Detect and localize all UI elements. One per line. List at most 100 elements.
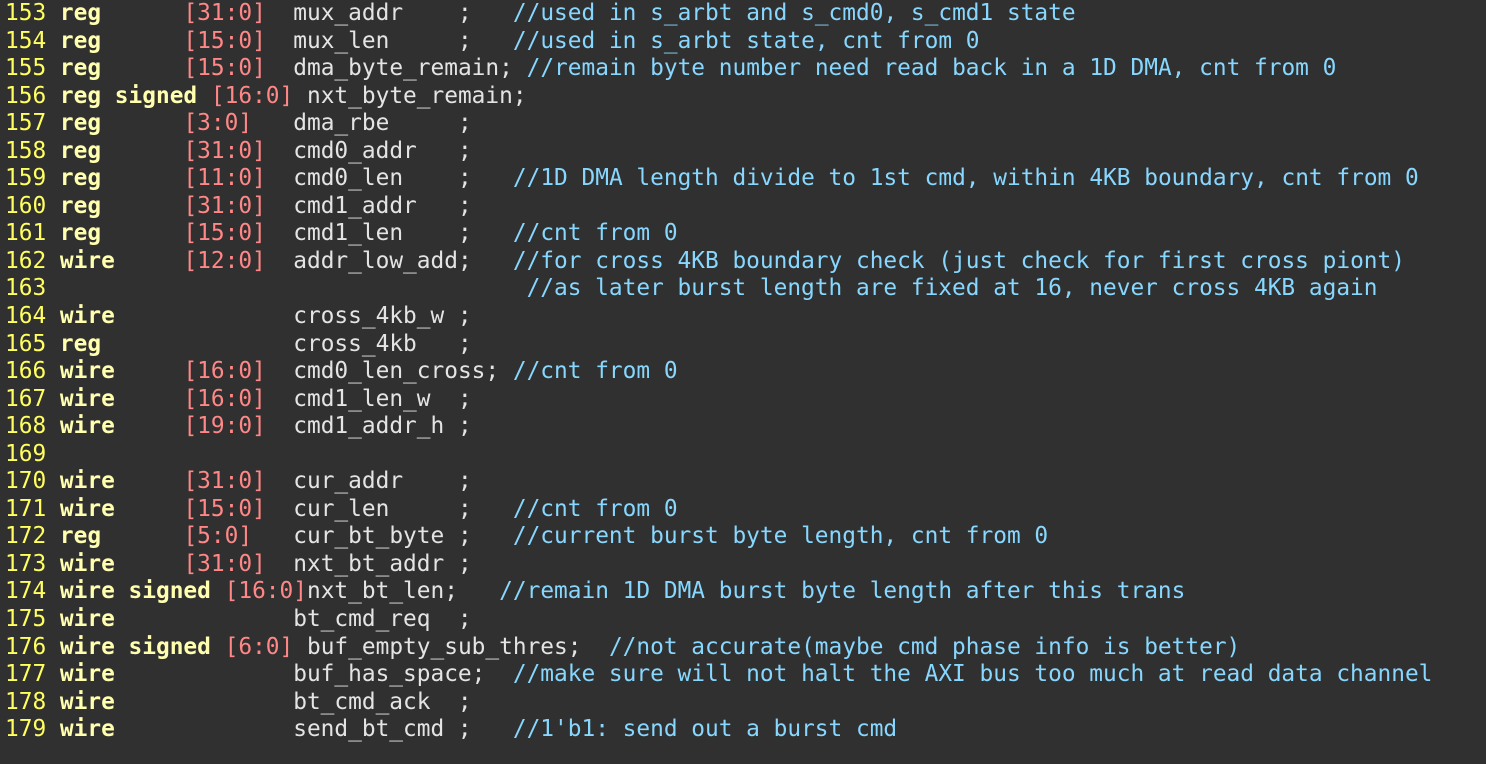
keyword: wire	[59, 550, 115, 577]
bit-range: [31:0]	[183, 192, 266, 219]
code-line[interactable]: 158 reg [31:0] cmd0_addr ;	[5, 138, 1432, 166]
bit-range: [16:0]	[224, 578, 307, 605]
line-number: 162	[5, 247, 60, 274]
keyword: wire	[59, 385, 115, 412]
code-line[interactable]: 153 reg [31:0] mux_addr ; //used in s_ar…	[5, 0, 1432, 28]
keyword: reg	[59, 523, 102, 550]
code-line[interactable]: 171 wire [15:0] cur_len ; //cnt from 0	[5, 496, 1432, 524]
line-number: 164	[5, 303, 60, 330]
code-line[interactable]: 161 reg [15:0] cmd1_len ; //cnt from 0	[5, 220, 1432, 248]
code-line[interactable]: 164 wire cross_4kb_w ;	[5, 303, 1432, 331]
code-line[interactable]: 165 reg cross_4kb ;	[5, 331, 1432, 359]
identifier-text: dma_rbe ;	[252, 110, 472, 137]
bit-range: [31:0]	[183, 550, 266, 577]
code-line[interactable]: 170 wire [31:0] cur_addr ;	[5, 468, 1432, 496]
identifier-text	[115, 413, 184, 439]
code-line[interactable]: 176 wire signed [6:0] buf_empty_sub_thre…	[5, 634, 1432, 662]
code-line[interactable]: 155 reg [15:0] dma_byte_remain; //remain…	[5, 55, 1432, 83]
bit-range: [5:0]	[183, 523, 253, 550]
code-line[interactable]: 154 reg [15:0] mux_len ; //used in s_arb…	[5, 28, 1432, 56]
code-line[interactable]: 162 wire [12:0] addr_low_add; //for cros…	[5, 248, 1432, 276]
identifier-text	[101, 28, 183, 54]
code-line[interactable]: 157 reg [3:0] dma_rbe ;	[5, 110, 1432, 138]
line-number: 155	[5, 55, 60, 82]
comment: //as later burst length are fixed at 16,…	[526, 275, 1378, 302]
comment: //make sure will not halt the AXI bus to…	[512, 661, 1433, 688]
keyword: reg	[59, 110, 102, 137]
line-number: 179	[5, 716, 60, 743]
identifier-text	[115, 468, 184, 494]
bit-range: [16:0]	[183, 385, 266, 412]
bit-range: [15:0]	[183, 220, 266, 247]
comment: //for cross 4KB boundary check (just che…	[512, 247, 1405, 274]
line-number: 170	[5, 468, 60, 495]
comment: //cnt from 0	[512, 495, 678, 522]
code-line[interactable]: 169	[5, 441, 1432, 469]
bit-range: [15:0]	[183, 27, 266, 54]
keyword: reg	[59, 330, 102, 357]
identifier-text	[115, 551, 184, 577]
identifier-text	[101, 138, 183, 164]
identifier-text: mux_len ;	[265, 27, 513, 54]
identifier-text	[101, 0, 183, 26]
identifier-text: cmd0_len_cross;	[265, 358, 513, 385]
line-number: 172	[5, 523, 60, 550]
code-line[interactable]: 172 reg [5:0] cur_bt_byte ; //current bu…	[5, 523, 1432, 551]
identifier-text: nxt_bt_addr ;	[265, 550, 472, 577]
identifier-text: cross_4kb ;	[101, 330, 472, 357]
line-number: 168	[5, 413, 60, 440]
keyword: reg	[59, 220, 102, 247]
bit-range: [19:0]	[183, 413, 266, 440]
code-line[interactable]: 178 wire bt_cmd_ack ;	[5, 689, 1432, 717]
line-number: 160	[5, 192, 60, 219]
identifier-text: cmd1_addr ;	[265, 192, 472, 219]
code-editor[interactable]: 153 reg [31:0] mux_addr ; //used in s_ar…	[5, 0, 1432, 744]
code-line[interactable]: 167 wire [16:0] cmd1_len_w ;	[5, 386, 1432, 414]
identifier-text	[60, 275, 527, 301]
identifier-text: addr_low_add;	[265, 247, 513, 274]
keyword: wire	[59, 716, 115, 743]
code-line[interactable]: 168 wire [19:0] cmd1_addr_h ;	[5, 413, 1432, 441]
code-line[interactable]: 156 reg signed [16:0] nxt_byte_remain;	[5, 83, 1432, 111]
code-line[interactable]: 173 wire [31:0] nxt_bt_addr ;	[5, 551, 1432, 579]
keyword: wire	[59, 468, 115, 495]
line-number: 154	[5, 27, 60, 54]
code-line[interactable]: 163 //as later burst length are fixed at…	[5, 275, 1432, 303]
identifier-text: cmd0_len ;	[265, 165, 513, 192]
code-line[interactable]: 177 wire buf_has_space; //make sure will…	[5, 661, 1432, 689]
bit-range: [3:0]	[183, 110, 253, 137]
code-line[interactable]: 175 wire bt_cmd_req ;	[5, 606, 1432, 634]
code-line[interactable]: 179 wire send_bt_cmd ; //1'b1: send out …	[5, 716, 1432, 744]
line-number: 165	[5, 330, 60, 357]
line-number: 177	[5, 661, 60, 688]
keyword: reg	[59, 55, 102, 82]
identifier-text: bt_cmd_req ;	[114, 606, 472, 633]
keyword: wire	[59, 688, 115, 715]
keyword: wire signed	[59, 578, 211, 605]
identifier-text	[211, 634, 225, 660]
line-number: 159	[5, 165, 60, 192]
line-number: 163	[5, 275, 60, 302]
comment: //remain 1D DMA burst byte length after …	[499, 578, 1186, 605]
identifier-text: cur_len ;	[265, 495, 513, 522]
comment: //1'b1: send out a burst cmd	[512, 716, 898, 743]
code-line[interactable]: 166 wire [16:0] cmd0_len_cross; //cnt fr…	[5, 358, 1432, 386]
bit-range: [31:0]	[183, 137, 266, 164]
keyword: reg	[59, 27, 102, 54]
identifier-text	[101, 55, 183, 81]
comment: //cnt from 0	[512, 358, 678, 385]
code-line[interactable]: 174 wire signed [16:0]nxt_bt_len; //rema…	[5, 578, 1432, 606]
line-number: 157	[5, 110, 60, 137]
comment: //remain byte number need read back in a…	[526, 55, 1337, 82]
identifier-text: nxt_bt_len;	[306, 578, 500, 605]
code-line[interactable]: 159 reg [11:0] cmd0_len ; //1D DMA lengt…	[5, 165, 1432, 193]
keyword: wire	[59, 358, 115, 385]
line-number: 166	[5, 358, 60, 385]
bit-range: [31:0]	[183, 0, 266, 26]
comment: //cnt from 0	[512, 220, 678, 247]
keyword: wire	[59, 413, 115, 440]
identifier-text: mux_addr ;	[265, 0, 513, 26]
comment: //used in s_arbt state, cnt from 0	[512, 27, 980, 54]
code-line[interactable]: 160 reg [31:0] cmd1_addr ;	[5, 193, 1432, 221]
comment: //current burst byte length, cnt from 0	[512, 523, 1049, 550]
